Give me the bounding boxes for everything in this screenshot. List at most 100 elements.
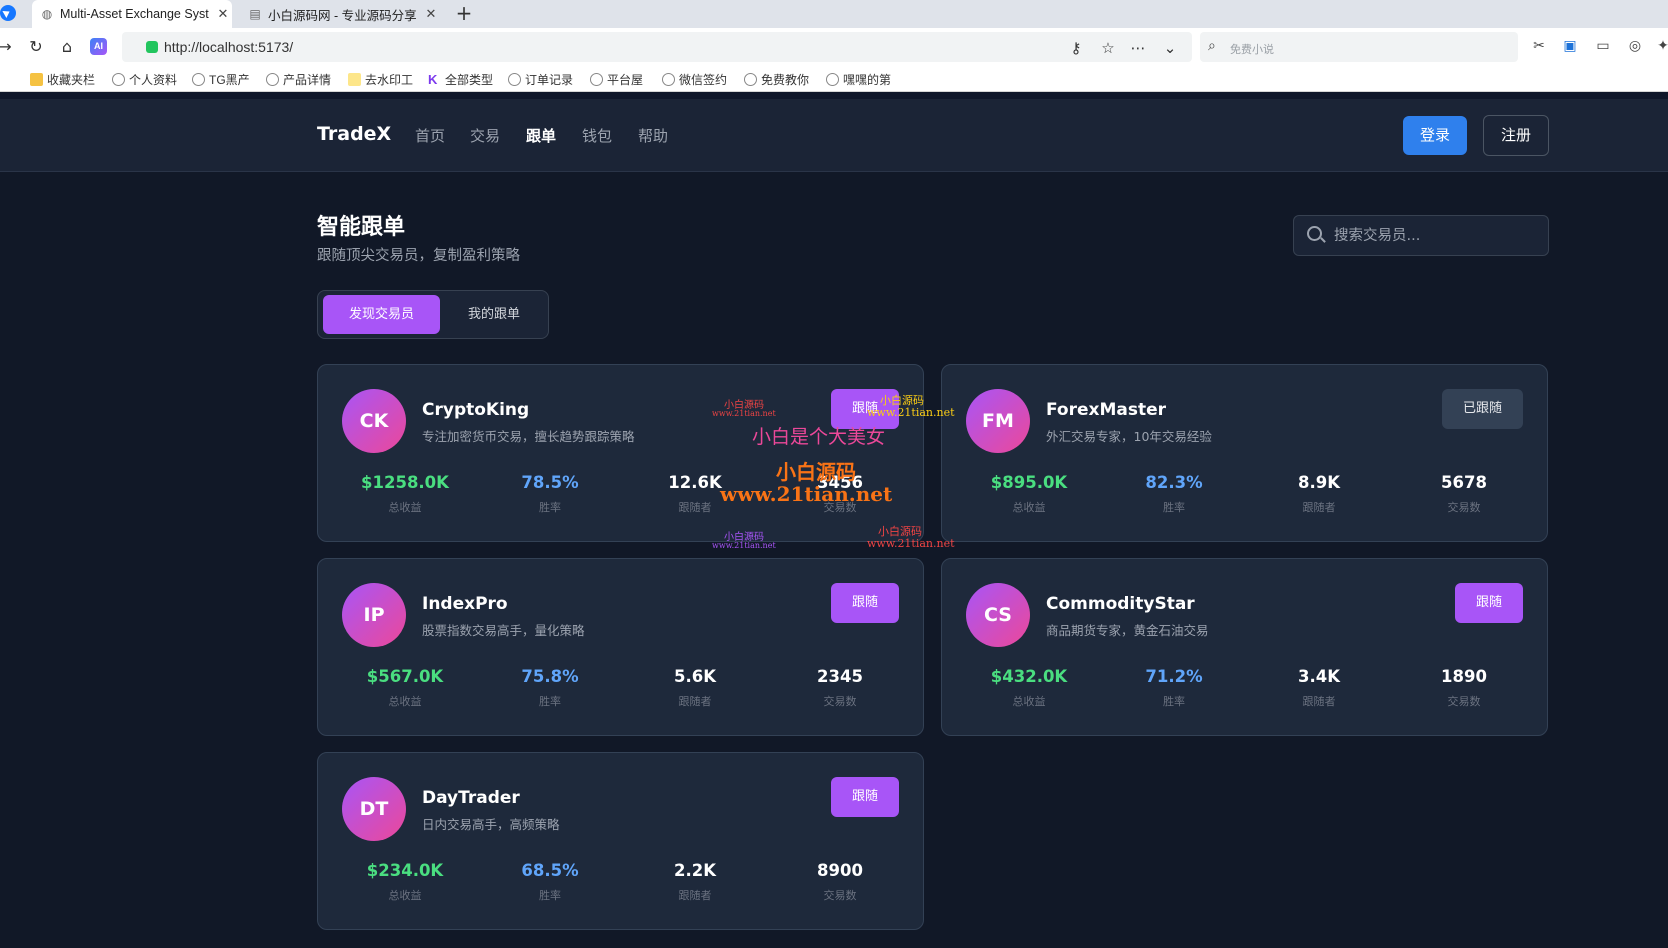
translate-icon[interactable]: ▣ — [1561, 37, 1579, 55]
tab-discover-traders[interactable]: 发现交易员 — [323, 295, 440, 334]
font-icon[interactable]: ◎ — [1626, 37, 1644, 55]
stat-trades: 3456 交易数 — [770, 473, 910, 515]
follow-button[interactable]: 跟随 — [831, 777, 899, 817]
login-button[interactable]: 登录 — [1403, 116, 1467, 155]
bookmark-label: 微信签约 — [679, 72, 728, 87]
new-tab-icon[interactable]: + — [452, 2, 476, 26]
globe-icon — [192, 72, 205, 86]
bookmark-folder[interactable]: 收藏夹栏 — [30, 70, 95, 88]
stat-followers: 12.6K 跟随者 — [625, 473, 765, 515]
stat-value: 12.6K — [668, 473, 722, 492]
follow-button[interactable]: 跟随 — [1455, 583, 1523, 623]
globe-icon — [590, 72, 603, 86]
stat-win-rate: 68.5% 胜率 — [480, 861, 620, 903]
stat-label: 跟随者 — [1302, 501, 1336, 514]
stat-win-rate: 82.3% 胜率 — [1104, 473, 1244, 515]
ai-icon[interactable]: AI — [90, 38, 107, 55]
trader-name[interactable]: DayTrader — [422, 788, 520, 808]
bookmark[interactable]: 个人资料 — [112, 70, 177, 88]
chevron-down-icon[interactable]: ⌄ — [1160, 38, 1180, 58]
brand-logo[interactable]: TradeX — [317, 123, 391, 145]
nav-copy-trading[interactable]: 跟单 — [526, 125, 556, 146]
bookmark[interactable]: 产品详情 — [266, 70, 331, 88]
register-button[interactable]: 注册 — [1483, 115, 1549, 156]
globe-icon — [826, 72, 839, 86]
bookmark[interactable]: 平台屋 — [590, 70, 643, 88]
stat-label: 胜率 — [539, 889, 561, 902]
stat-label: 总收益 — [1012, 501, 1046, 514]
key-icon[interactable]: ⚷ — [1066, 38, 1086, 58]
browser-tab[interactable]: ▤ 小白源码网 - 专业源码分享 ✕ — [240, 0, 440, 28]
close-tab-icon[interactable]: ✕ — [214, 6, 232, 22]
reading-icon[interactable]: ▭ — [1594, 37, 1612, 55]
stat-value: 82.3% — [1145, 473, 1203, 492]
more-icon[interactable]: ⋯ — [1128, 38, 1148, 58]
bookmark-label: 个人资料 — [129, 72, 178, 87]
trader-card: CK CryptoKing 专注加密货币交易，擅长趋势跟踪策略 跟随 $1258… — [317, 364, 924, 542]
star-icon[interactable]: ☆ — [1098, 38, 1118, 58]
stat-followers: 2.2K 跟随者 — [625, 861, 765, 903]
browser-search-box[interactable]: ⌕ 免费小说 — [1200, 32, 1518, 62]
stat-value: $895.0K — [990, 473, 1068, 492]
trader-name[interactable]: CommodityStar — [1046, 594, 1195, 614]
bookmark-label: 嘿嘿的第 — [843, 72, 892, 87]
trader-name[interactable]: IndexPro — [422, 594, 508, 614]
scissors-icon[interactable]: ✂ — [1530, 37, 1548, 55]
trader-search[interactable] — [1293, 215, 1549, 256]
home-icon[interactable]: ⌂ — [56, 36, 78, 58]
stat-value: 5.6K — [673, 667, 716, 686]
trader-card: DT DayTrader 日内交易高手，高频策略 跟随 $234.0K 总收益 6… — [317, 752, 924, 930]
follow-button[interactable]: 跟随 — [831, 389, 899, 429]
nav-trade[interactable]: 交易 — [470, 125, 500, 146]
extensions-icon[interactable]: ✦ — [1654, 37, 1668, 55]
tab-switcher: 发现交易员 我的跟单 — [317, 290, 549, 339]
follow-button[interactable]: 跟随 — [831, 583, 899, 623]
bookmark[interactable]: TG黑产 — [192, 70, 250, 88]
stat-label: 跟随者 — [678, 695, 712, 708]
bookmark[interactable]: 免费教你 — [744, 70, 809, 88]
trader-name[interactable]: ForexMaster — [1046, 400, 1166, 420]
tab-title: Multi-Asset Exchange Syst — [60, 7, 209, 21]
avatar: FM — [966, 389, 1030, 453]
trader-card: FM ForexMaster 外汇交易专家，10年交易经验 已跟随 $895.0… — [941, 364, 1548, 542]
tab-title: 小白源码网 - 专业源码分享 — [268, 8, 417, 23]
forward-icon[interactable]: → — [0, 36, 16, 58]
page-title: 智能跟单 — [317, 215, 406, 240]
browser-tab-active[interactable]: ◍ Multi-Asset Exchange Syst ✕ — [32, 0, 232, 28]
bookmark-label: 平台屋 — [607, 72, 644, 87]
nav-wallet[interactable]: 钱包 — [582, 125, 612, 146]
globe-icon — [508, 72, 521, 86]
stat-win-rate: 71.2% 胜率 — [1104, 667, 1244, 709]
search-icon: ⌕ — [1208, 38, 1216, 54]
address-bar[interactable]: http://localhost:5173/ ⚷ ☆ ⋯ ⌄ — [122, 32, 1192, 62]
tab-my-copy-trades[interactable]: 我的跟单 — [444, 295, 544, 334]
browser-search-placeholder: 免费小说 — [1230, 44, 1274, 56]
trader-card: IP IndexPro 股票指数交易高手，量化策略 跟随 $567.0K 总收益 … — [317, 558, 924, 736]
globe-icon: ◍ — [41, 7, 53, 21]
stat-value: 75.8% — [521, 667, 579, 686]
stat-label: 交易数 — [823, 889, 857, 902]
bookmark[interactable]: 嘿嘿的第 — [826, 70, 891, 88]
trader-name[interactable]: CryptoKing — [422, 400, 529, 420]
bookmark[interactable]: 订单记录 — [508, 70, 573, 88]
stat-label: 交易数 — [1447, 695, 1481, 708]
nav-home[interactable]: 首页 — [415, 125, 445, 146]
nav-help[interactable]: 帮助 — [638, 125, 668, 146]
stat-value: 3456 — [817, 473, 863, 492]
followed-button[interactable]: 已跟随 — [1442, 389, 1523, 429]
stat-value: 3.4K — [1297, 667, 1340, 686]
bookmark[interactable]: 去水印工 — [348, 70, 413, 88]
trader-description: 专注加密货币交易，擅长趋势跟踪策略 — [422, 429, 635, 444]
trader-search-input[interactable] — [1334, 216, 1540, 255]
bookmark[interactable]: 微信签约 — [662, 70, 727, 88]
globe-icon — [744, 72, 757, 86]
app-viewport: TradeX 首页 交易 跟单 钱包 帮助 登录 注册 智能跟单 跟随顶尖交易员… — [0, 99, 1668, 948]
trader-card: CS CommodityStar 商品期货专家，黄金石油交易 跟随 $432.0… — [941, 558, 1548, 736]
url-text[interactable]: http://localhost:5173/ — [164, 39, 293, 55]
stat-profit: $234.0K 总收益 — [335, 861, 475, 903]
bookmark[interactable]: K 全部类型 — [428, 70, 493, 88]
secure-shield-icon — [146, 41, 158, 53]
stat-profit: $432.0K 总收益 — [959, 667, 1099, 709]
close-tab-icon[interactable]: ✕ — [422, 6, 440, 22]
reload-icon[interactable]: ↻ — [25, 36, 47, 58]
